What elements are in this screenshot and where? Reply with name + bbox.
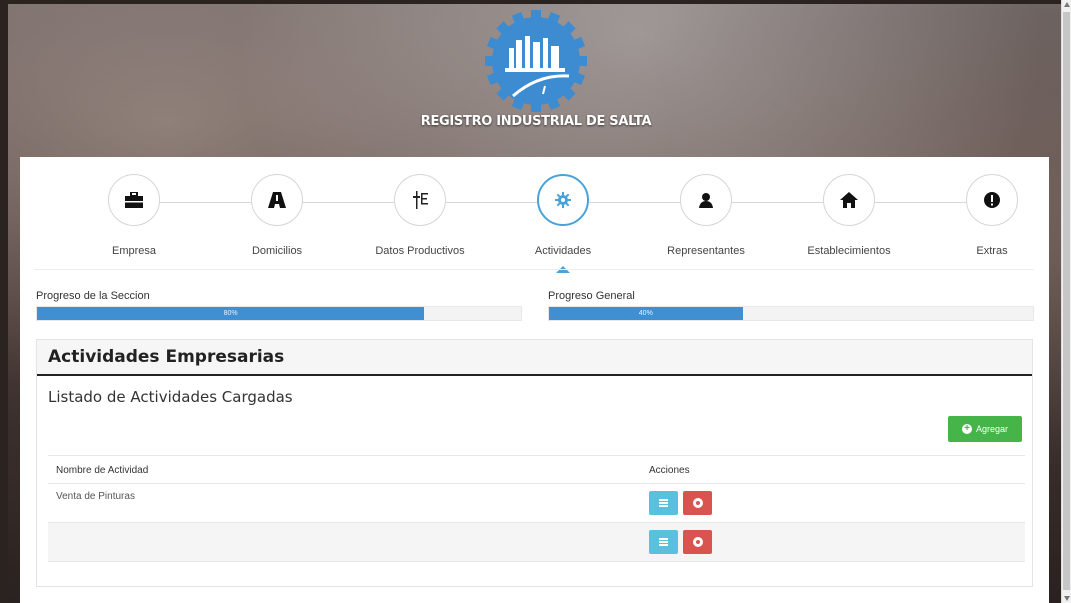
table-row bbox=[48, 523, 1025, 562]
step-extras[interactable]: Extras bbox=[922, 174, 1062, 257]
divider bbox=[34, 269, 1034, 270]
remove-circle-icon bbox=[692, 537, 703, 547]
scroll-up-arrow[interactable] bbox=[1064, 2, 1070, 7]
table-header: Nombre de Actividad Acciones bbox=[48, 455, 1025, 484]
row-actions bbox=[649, 491, 712, 515]
main-panel: Empresa Domicilios Datos Productivos Act… bbox=[20, 157, 1049, 603]
details-button[interactable] bbox=[649, 491, 678, 515]
activity-name: Venta de Pinturas bbox=[56, 491, 135, 502]
step-datos-productivos[interactable]: Datos Productivos bbox=[350, 174, 490, 257]
general-progress-bar: 40% bbox=[548, 306, 1034, 321]
general-progress-label: Progreso General bbox=[548, 290, 635, 302]
column-header-acciones: Acciones bbox=[649, 465, 690, 476]
step-label: Actividades bbox=[534, 245, 592, 257]
step-circle bbox=[108, 174, 160, 226]
remove-circle-icon bbox=[692, 498, 703, 508]
step-circle bbox=[251, 174, 303, 226]
scroll-down-arrow[interactable] bbox=[1064, 596, 1070, 601]
delete-button[interactable] bbox=[683, 530, 712, 554]
row-actions bbox=[649, 530, 712, 554]
sliders-icon bbox=[413, 191, 428, 209]
step-label: Establecimientos bbox=[807, 245, 891, 257]
page-scrollbar[interactable] bbox=[1061, 0, 1071, 603]
list-icon bbox=[659, 538, 668, 546]
brand-title: REGISTRO INDUSTRIAL DE SALTA bbox=[420, 114, 652, 129]
details-button[interactable] bbox=[649, 530, 678, 554]
registro-industrial-logo bbox=[485, 10, 587, 112]
step-label: Datos Productivos bbox=[375, 245, 465, 257]
table-row: Venta de Pinturas bbox=[48, 484, 1025, 523]
plus-circle-icon: + bbox=[961, 424, 972, 434]
list-icon bbox=[659, 499, 668, 507]
gear-icon bbox=[555, 192, 571, 208]
briefcase-icon bbox=[125, 192, 143, 208]
section-progress-bar: 80% bbox=[36, 306, 522, 321]
step-circle bbox=[537, 174, 589, 226]
step-label: Representantes bbox=[667, 245, 745, 257]
exclamation-icon bbox=[984, 192, 1000, 208]
step-label: Domicilios bbox=[251, 245, 303, 257]
add-button-label: Agregar bbox=[975, 424, 1009, 434]
road-icon bbox=[268, 192, 286, 208]
step-actividades[interactable]: Actividades bbox=[493, 174, 633, 273]
step-label: Empresa bbox=[111, 245, 157, 257]
user-icon bbox=[699, 193, 713, 208]
step-representantes[interactable]: Representantes bbox=[636, 174, 776, 257]
section-progress-label: Progreso de la Seccion bbox=[36, 290, 150, 302]
general-progress-fill: 40% bbox=[549, 307, 743, 320]
add-activity-button[interactable]: + Agregar bbox=[948, 416, 1022, 442]
step-empresa[interactable]: Empresa bbox=[64, 174, 204, 257]
step-circle bbox=[966, 174, 1018, 226]
section-title: Actividades Empresarias bbox=[48, 347, 285, 367]
delete-button[interactable] bbox=[683, 491, 712, 515]
scrollbar-thumb[interactable] bbox=[1063, 12, 1070, 590]
actividades-section: Actividades Empresarias Listado de Activ… bbox=[36, 339, 1033, 587]
step-label: Extras bbox=[976, 245, 1008, 257]
activities-table: Nombre de Actividad Acciones Venta de Pi… bbox=[48, 455, 1025, 562]
section-header: Actividades Empresarias bbox=[37, 340, 1032, 376]
home-icon bbox=[840, 192, 858, 208]
step-domicilios[interactable]: Domicilios bbox=[207, 174, 347, 257]
step-circle bbox=[823, 174, 875, 226]
column-header-nombre: Nombre de Actividad bbox=[56, 465, 149, 476]
step-circle bbox=[680, 174, 732, 226]
section-subtitle: Listado de Actividades Cargadas bbox=[48, 388, 293, 406]
section-progress-fill: 80% bbox=[37, 307, 425, 320]
step-circle bbox=[394, 174, 446, 226]
step-establecimientos[interactable]: Establecimientos bbox=[779, 174, 919, 257]
